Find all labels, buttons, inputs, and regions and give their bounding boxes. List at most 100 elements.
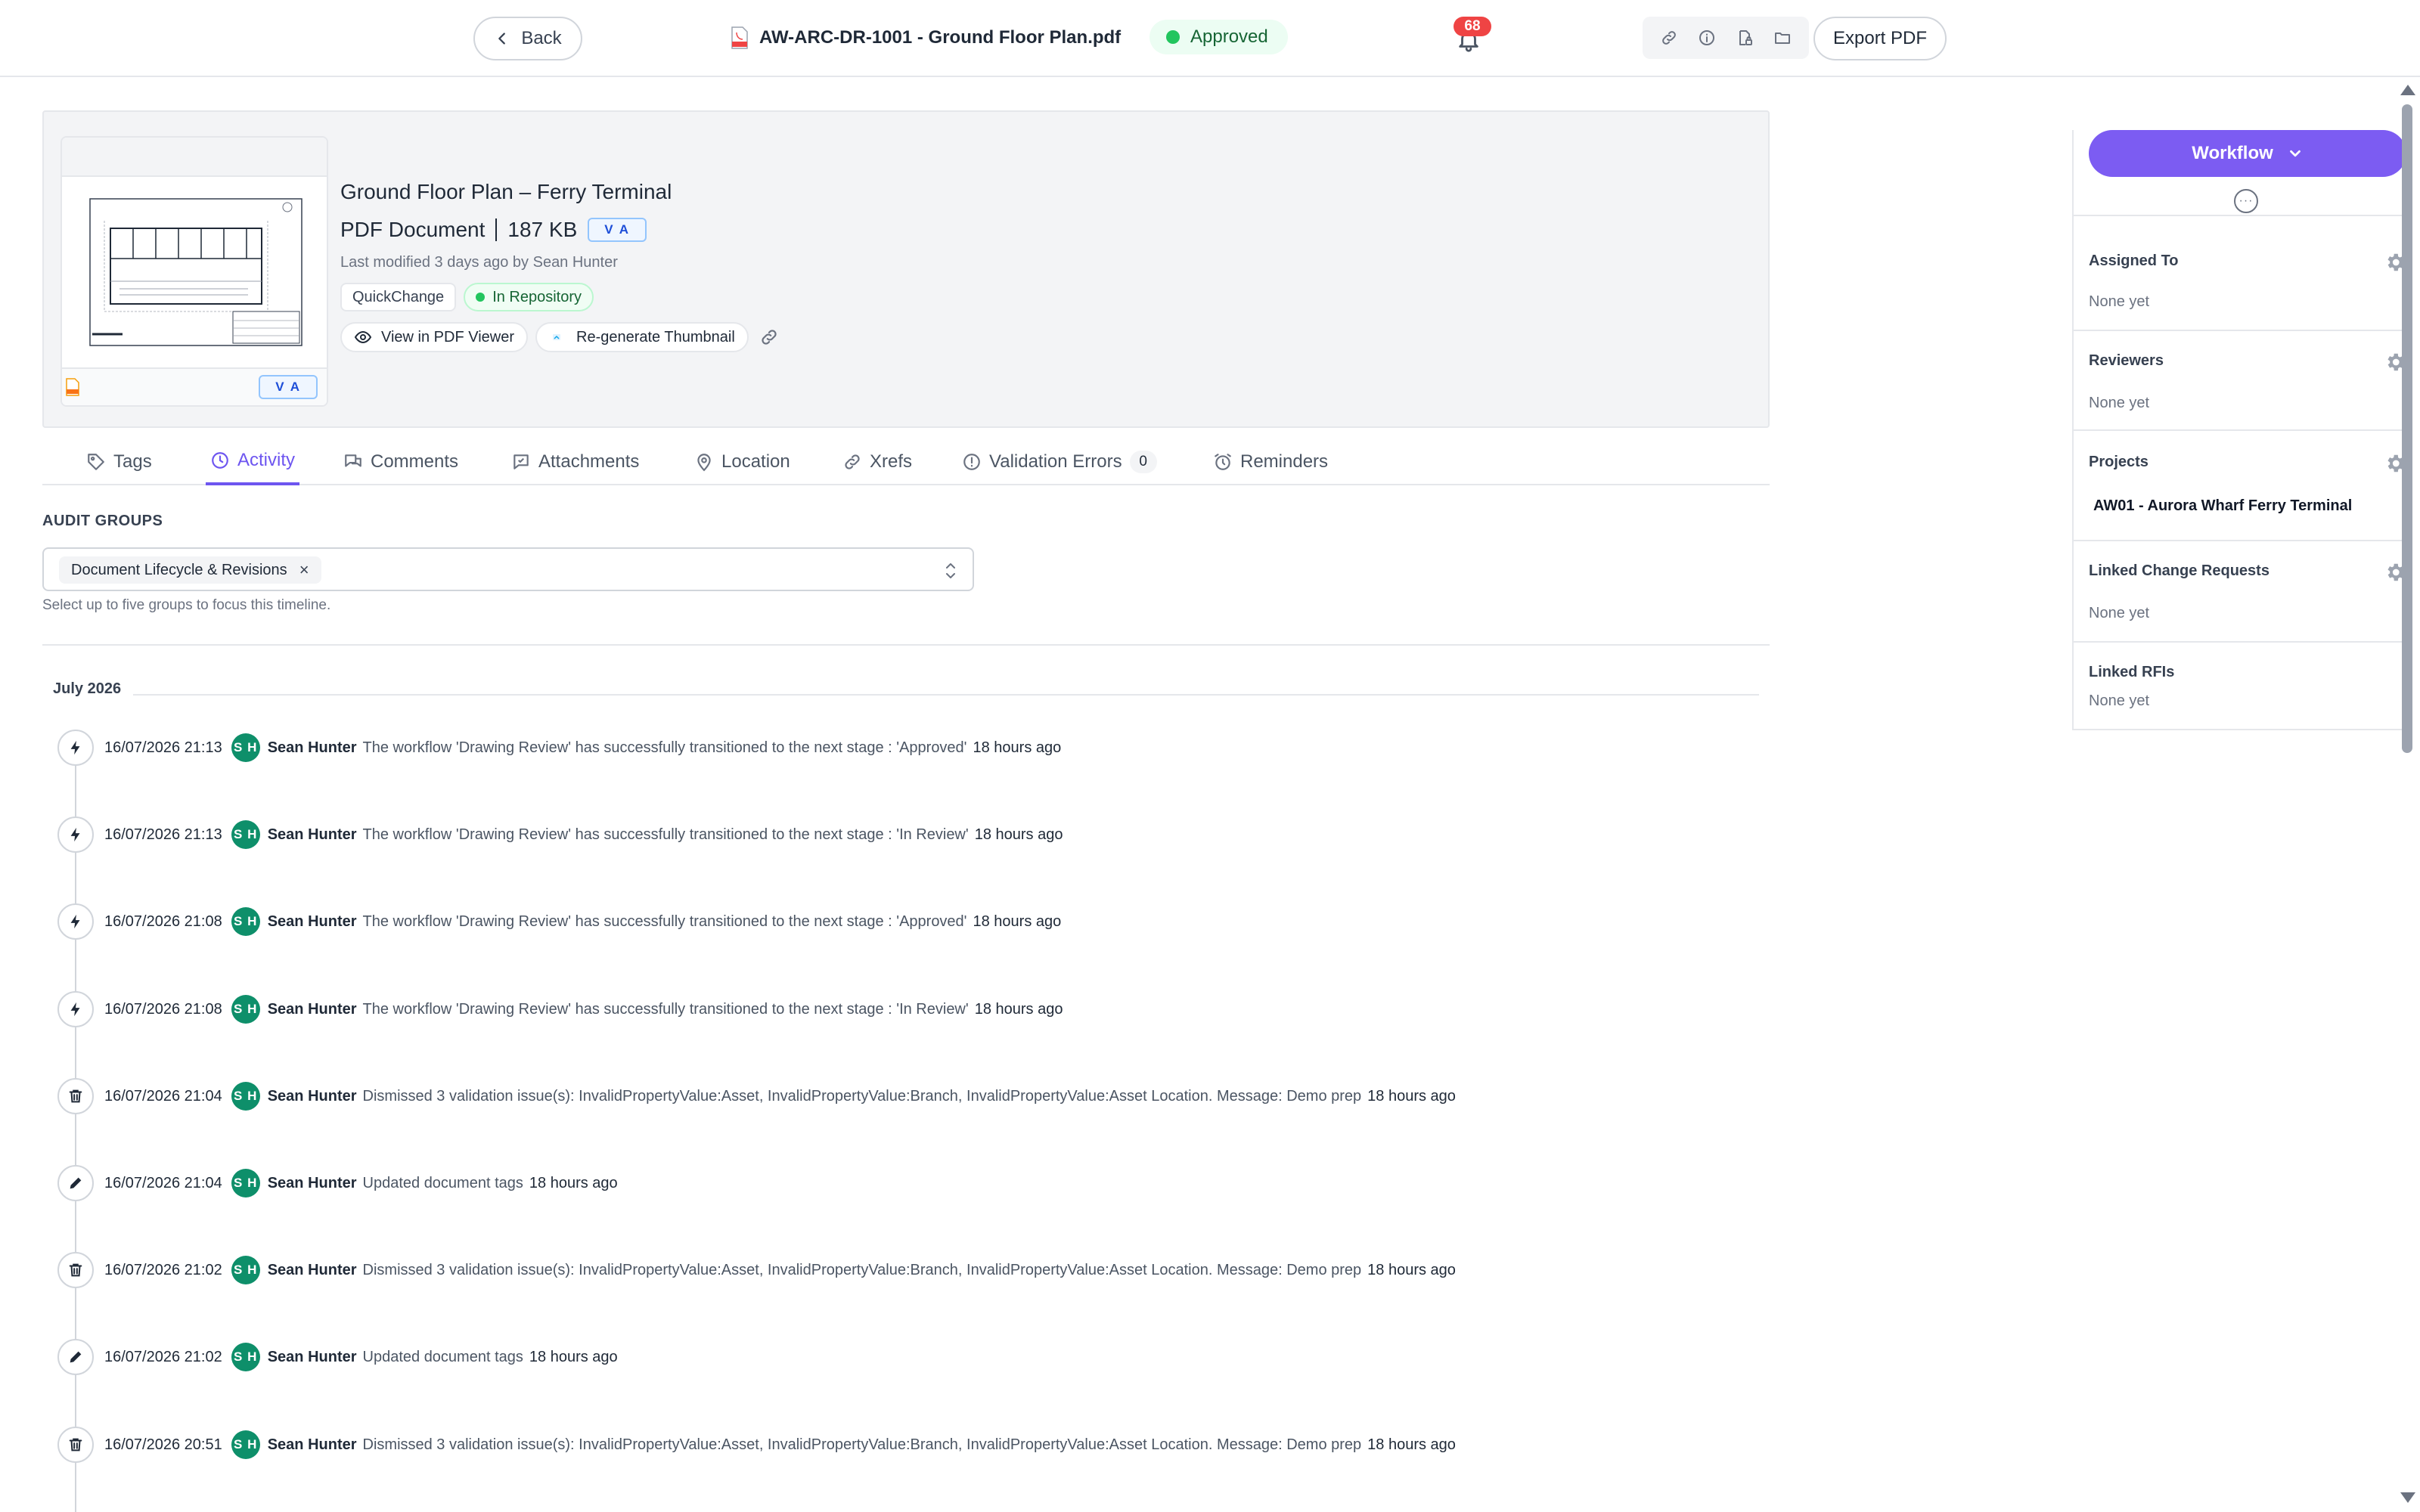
bolt-icon xyxy=(57,730,94,766)
tab-reminders[interactable]: Reminders xyxy=(1213,438,1328,485)
avatar: S H xyxy=(231,1343,260,1371)
link-icon xyxy=(1662,31,1676,45)
remove-chip-icon[interactable]: × xyxy=(299,560,309,580)
tab-label: Tags xyxy=(113,451,152,472)
document-heading: Ground Floor Plan – Ferry Terminal xyxy=(340,180,672,203)
notifications-button[interactable]: 68 xyxy=(1454,17,1491,53)
entry-message: The workflow 'Drawing Review' has succes… xyxy=(362,912,967,930)
timeline-entry: 16/07/2026 21:08 S H Sean Hunter The workfl… xyxy=(57,903,1061,940)
tab-validation-errors[interactable]: Validation Errors 0 xyxy=(962,438,1157,485)
status-text: Approved xyxy=(1190,26,1268,47)
panel-divider xyxy=(2074,429,2406,431)
more-options-button[interactable]: ··· xyxy=(2234,189,2258,213)
pencil-icon xyxy=(57,1339,94,1375)
avatar: S H xyxy=(231,907,260,936)
entry-timestamp: 16/07/2026 21:08 xyxy=(104,1000,222,1018)
section-divider xyxy=(42,644,1770,646)
audit-group-chip-label: Document Lifecycle & Revisions xyxy=(71,561,287,578)
panel-divider xyxy=(2074,641,2406,643)
back-label: Back xyxy=(521,28,562,48)
back-button[interactable]: Back xyxy=(473,17,582,60)
trash-icon xyxy=(57,1427,94,1463)
regenerate-thumbnail-button[interactable]: Re-generate Thumbnail xyxy=(535,322,749,352)
entry-user[interactable]: Sean Hunter xyxy=(268,1088,357,1105)
link-icon xyxy=(845,454,860,469)
scroll-down-arrow-icon[interactable] xyxy=(2400,1492,2415,1503)
tab-label: Comments xyxy=(371,451,459,472)
regenerate-label: Re-generate Thumbnail xyxy=(576,328,735,345)
entry-message: The workflow 'Drawing Review' has succes… xyxy=(362,739,967,756)
panel-divider xyxy=(2074,330,2406,331)
document-tools-group xyxy=(1643,17,1809,59)
entry-user[interactable]: Sean Hunter xyxy=(268,826,357,844)
scroll-up-arrow-icon[interactable] xyxy=(2400,85,2415,95)
info-button[interactable] xyxy=(1692,23,1722,53)
tab-comments[interactable]: Comments xyxy=(343,438,458,485)
trash-icon xyxy=(57,1252,94,1288)
audit-groups-select[interactable]: Document Lifecycle & Revisions × xyxy=(42,547,974,591)
thumbnail-version-badge: V A xyxy=(259,375,318,399)
document-header-card: V A Ground Floor Plan – Ferry Terminal P… xyxy=(42,110,1770,428)
quickchange-chip[interactable]: QuickChange xyxy=(340,283,457,311)
location-pin-icon xyxy=(697,454,711,472)
entry-timestamp: 16/07/2026 21:02 xyxy=(104,1261,222,1278)
avatar: S H xyxy=(231,1430,260,1459)
chevron-down-icon xyxy=(2289,150,2301,157)
tab-activity[interactable]: Activity xyxy=(206,438,300,485)
scrollbar-thumb[interactable] xyxy=(2402,104,2412,753)
project-link[interactable]: AW01 - Aurora Wharf Ferry Terminal xyxy=(2093,497,2352,515)
tab-attachments[interactable]: Attachments xyxy=(511,438,639,485)
entry-relative-time: 18 hours ago xyxy=(973,912,1062,930)
status-badge: Approved xyxy=(1150,20,1288,54)
document-size: 187 KB xyxy=(507,218,578,241)
projects-label: Projects xyxy=(2089,454,2149,470)
tab-label: Attachments xyxy=(538,451,640,472)
avatar: S H xyxy=(231,1169,260,1198)
meta-separator xyxy=(495,218,498,241)
view-in-pdf-viewer-button[interactable]: View in PDF Viewer xyxy=(340,322,528,352)
tab-xrefs[interactable]: Xrefs xyxy=(842,438,912,485)
reviewers-label: Reviewers xyxy=(2089,352,2164,369)
entry-user[interactable]: Sean Hunter xyxy=(268,1175,357,1192)
workflow-button[interactable]: Workflow xyxy=(2089,130,2406,177)
entry-message: Dismissed 3 validation issue(s): Invalid… xyxy=(362,1436,1362,1453)
folder-button[interactable] xyxy=(1767,23,1798,53)
timeline-rail xyxy=(75,764,76,1512)
tab-label: Reminders xyxy=(1240,451,1329,472)
avatar: S H xyxy=(231,1256,260,1284)
bolt-icon xyxy=(57,991,94,1027)
entry-user[interactable]: Sean Hunter xyxy=(268,913,357,931)
entry-relative-time: 18 hours ago xyxy=(529,1348,618,1365)
timeline-entry: 16/07/2026 21:02 S H Sean Hunter Updated do… xyxy=(57,1338,618,1376)
export-pdf-button[interactable]: Export PDF xyxy=(1813,17,1947,60)
document-meta: PDF Document 187 KB V A xyxy=(340,215,779,245)
entry-relative-time: 18 hours ago xyxy=(973,739,1062,756)
file-lock-button[interactable] xyxy=(1730,23,1760,53)
timeline-entry: 16/07/2026 20:51 S H Sean Hunter Dismissed … xyxy=(57,1426,1456,1464)
assigned-to-label: Assigned To xyxy=(2089,253,2179,269)
document-thumbnail[interactable]: V A xyxy=(60,136,328,407)
tab-label: Activity xyxy=(237,450,296,470)
entry-timestamp: 16/07/2026 21:04 xyxy=(104,1174,222,1191)
entry-user[interactable]: Sean Hunter xyxy=(268,739,357,757)
tab-location[interactable]: Location xyxy=(694,438,790,485)
entry-message: Updated document tags xyxy=(362,1348,523,1365)
entry-timestamp: 16/07/2026 21:02 xyxy=(104,1348,222,1365)
entry-user[interactable]: Sean Hunter xyxy=(268,1436,357,1454)
entry-timestamp: 16/07/2026 21:08 xyxy=(104,912,222,930)
entry-user[interactable]: Sean Hunter xyxy=(268,1262,357,1279)
entry-user[interactable]: Sean Hunter xyxy=(268,1349,357,1366)
timeline-entry: 16/07/2026 21:13 S H Sean Hunter The workfl… xyxy=(57,816,1063,854)
select-updown-icon xyxy=(946,563,955,578)
entry-user[interactable]: Sean Hunter xyxy=(268,1001,357,1018)
document-info: Ground Floor Plan – Ferry Terminal PDF D… xyxy=(340,177,779,352)
link-icon[interactable] xyxy=(759,327,779,347)
bolt-icon xyxy=(57,903,94,940)
copy-link-button[interactable] xyxy=(1654,23,1684,53)
document-title: AW-ARC-DR-1001 - Ground Floor Plan.pdf xyxy=(731,23,1121,53)
pdf-file-icon xyxy=(731,26,748,49)
tab-tags[interactable]: Tags xyxy=(86,438,152,485)
linked-change-requests-label: Linked Change Requests xyxy=(2089,562,2270,579)
entry-message: The workflow 'Drawing Review' has succes… xyxy=(362,1000,969,1018)
audit-groups-label: AUDIT GROUPS xyxy=(42,513,163,529)
